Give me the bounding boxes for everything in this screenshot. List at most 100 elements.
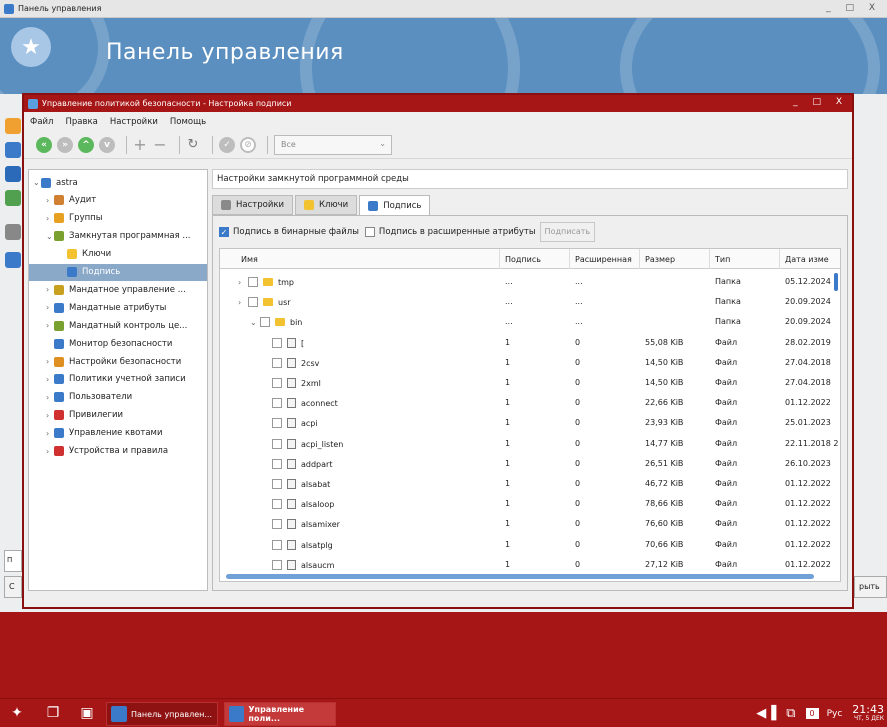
taskbar-task-security-policy[interactable]: Управление поли... — [224, 702, 336, 726]
tree-item[interactable]: › Привилегии — [29, 407, 207, 424]
filter-combo[interactable]: Все ⌄ — [274, 134, 392, 155]
tree-item[interactable]: Ключи — [29, 246, 207, 263]
notification-badge[interactable]: 0 — [805, 708, 819, 719]
table-row[interactable]: addpart 1 0 26,51 KiB Файл 26.10.2023 — [220, 453, 840, 473]
tree-expander-icon[interactable]: ⌄ — [33, 178, 41, 187]
menu-file[interactable]: Файл — [30, 117, 53, 127]
row-checkbox[interactable] — [272, 519, 282, 530]
volume-icon[interactable]: ◀▐ — [756, 706, 776, 721]
tree-expander-icon[interactable]: › — [46, 321, 54, 330]
row-checkbox[interactable] — [272, 337, 282, 348]
column-header[interactable]: Дата изме — [780, 249, 840, 269]
horizontal-scrollbar[interactable] — [226, 574, 814, 579]
category-icon[interactable] — [5, 190, 21, 206]
table-row[interactable]: alsaloop 1 0 78,66 KiB Файл 01.12.2022 — [220, 493, 840, 513]
category-icon[interactable] — [5, 118, 21, 134]
tree-item[interactable]: › Политики учетной записи — [29, 371, 207, 388]
tab-settings[interactable]: Настройки — [212, 195, 294, 215]
row-expander-icon[interactable]: › — [238, 298, 248, 307]
back-icon[interactable]: « — [36, 136, 52, 153]
apply-icon[interactable]: ✓ — [219, 136, 235, 153]
row-checkbox[interactable] — [272, 398, 282, 409]
row-checkbox[interactable] — [272, 499, 282, 510]
row-checkbox[interactable] — [272, 479, 282, 489]
tree-expander-icon[interactable]: › — [46, 429, 54, 438]
table-row[interactable]: alsamixer 1 0 76,60 KiB Файл 01.12.2022 — [220, 513, 840, 533]
table-row[interactable]: alsabat 1 0 46,72 KiB Файл 01.12.2022 — [220, 473, 840, 493]
tree-item[interactable]: › Устройства и правила — [29, 443, 207, 460]
table-row[interactable]: [1 0 55,08 KiB Файл 28.02.2019 — [220, 332, 840, 352]
tree-item[interactable]: › Пользователи — [29, 389, 207, 406]
tree-expander-icon[interactable]: › — [46, 357, 54, 366]
tree-item[interactable]: › Мандатные атрибуты — [29, 299, 207, 316]
outer-button[interactable]: С — [4, 576, 22, 598]
table-row[interactable]: › usr...... Папка 20.09.2024 — [220, 291, 840, 311]
tree-expander-icon[interactable]: › — [46, 393, 54, 402]
row-checkbox[interactable] — [272, 458, 282, 469]
down-icon[interactable]: v — [99, 136, 115, 153]
table-row[interactable]: 2csv 1 0 14,50 KiB Файл 27.04.2018 — [220, 352, 840, 372]
windows-icon[interactable]: ❐ — [42, 703, 64, 723]
tree-item[interactable]: › Настройки безопасности — [29, 353, 207, 370]
close-button[interactable]: рыть — [854, 576, 887, 598]
row-expander-icon[interactable]: ⌄ — [250, 318, 260, 327]
sign-button[interactable]: Подписать — [539, 222, 596, 242]
tree-expander-icon[interactable]: › — [46, 285, 54, 294]
add-icon[interactable]: + — [133, 135, 147, 154]
row-checkbox[interactable] — [260, 317, 270, 328]
tree-item[interactable]: Подпись — [29, 263, 207, 281]
column-header[interactable]: Подпись — [500, 249, 570, 269]
table-row[interactable]: aconnect 1 0 22,66 KiB Файл 01.12.2022 — [220, 392, 840, 412]
start-menu-icon[interactable]: ✦ — [6, 703, 28, 723]
tree-expander-icon[interactable]: › — [46, 447, 54, 456]
up-icon[interactable]: ^ — [78, 136, 94, 153]
clock[interactable]: 21:43 ЧТ, 5 ДЕК — [852, 704, 884, 723]
search-input[interactable]: П — [4, 550, 22, 572]
vertical-scrollbar[interactable] — [834, 273, 838, 291]
tab-keys[interactable]: Ключи — [295, 195, 358, 215]
tree-item[interactable]: Монитор безопасности — [29, 335, 207, 352]
tree-item[interactable]: › Аудит — [29, 192, 207, 209]
tree-expander-icon[interactable]: › — [46, 375, 54, 384]
tree-expander-icon[interactable]: › — [46, 303, 54, 312]
tree-item[interactable]: › Мандатное управление ... — [29, 281, 207, 298]
binary-checkbox-label[interactable]: Подпись в бинарные файлы — [233, 227, 359, 237]
row-checkbox[interactable] — [272, 559, 282, 570]
dialog-window-controls[interactable]: _ □ X — [793, 97, 848, 107]
tree-item[interactable]: › Группы — [29, 210, 207, 227]
desktop-icon[interactable]: ▣ — [76, 703, 98, 723]
taskbar-task-control-panel[interactable]: Панель управлен... — [106, 702, 218, 726]
menu-settings[interactable]: Настройки — [110, 117, 158, 127]
tree-item[interactable]: › Управление квотами — [29, 425, 207, 442]
cancel-icon[interactable]: ⊘ — [240, 136, 256, 153]
tab-signature[interactable]: Подпись — [359, 195, 431, 215]
category-icon[interactable] — [5, 142, 21, 158]
table-row[interactable]: alsaucm 1 0 27,12 KiB Файл 01.12.2022 — [220, 554, 840, 574]
category-tree[interactable]: ⌄ astra › Аудит › Группы ⌄ Замкнутая программна… — [28, 169, 208, 591]
tree-expander-icon[interactable]: › — [46, 214, 54, 223]
keyboard-layout[interactable]: Рус — [827, 709, 843, 719]
network-icon[interactable]: ⧉ — [786, 706, 795, 721]
column-header[interactable]: Расширенная — [570, 249, 640, 269]
row-checkbox[interactable] — [272, 438, 282, 449]
tree-expander-icon[interactable]: › — [46, 411, 54, 420]
tree-item[interactable]: › Мандатный контроль це... — [29, 317, 207, 334]
tree-expander-icon[interactable]: › — [46, 196, 54, 205]
outer-window-controls[interactable]: _ □ X — [826, 3, 881, 13]
row-checkbox[interactable] — [272, 357, 282, 368]
row-checkbox[interactable] — [272, 378, 282, 388]
column-header[interactable]: Размер — [640, 249, 710, 269]
tree-item[interactable]: ⌄ Замкнутая программная ... — [29, 228, 207, 245]
xattr-checkbox[interactable] — [364, 227, 375, 237]
menu-edit[interactable]: Правка — [65, 117, 97, 127]
table-row[interactable]: alsatplg 1 0 70,66 KiB Файл 01.12.2022 — [220, 534, 840, 554]
table-row[interactable]: 2xml 1 0 14,50 KiB Файл 27.04.2018 — [220, 372, 840, 392]
forward-icon[interactable]: » — [57, 136, 73, 153]
column-header[interactable]: Тип — [710, 249, 780, 269]
table-row[interactable]: › tmp...... Папка 05.12.2024 — [220, 271, 840, 291]
table-row[interactable]: acpi 1 0 23,93 KiB Файл 25.01.2023 — [220, 412, 840, 432]
tree-expander-icon[interactable]: ⌄ — [46, 232, 54, 241]
xattr-checkbox-label[interactable]: Подпись в расширенные атрибуты — [379, 227, 536, 237]
column-header[interactable]: Имя — [236, 249, 500, 269]
refresh-icon[interactable]: ↻ — [186, 137, 200, 152]
